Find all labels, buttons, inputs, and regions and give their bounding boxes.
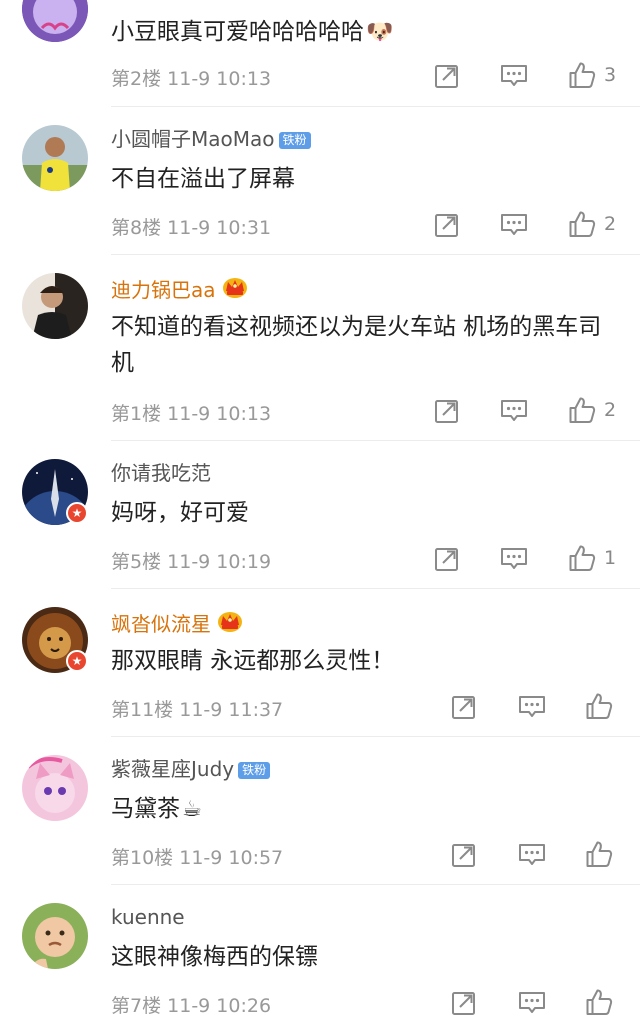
- comment-meta: 第5楼 11-9 10:19: [111, 547, 271, 574]
- share-button[interactable]: [434, 212, 460, 238]
- comment-meta: 第2楼 11-9 10:13: [111, 64, 271, 91]
- like-button[interactable]: 1: [568, 544, 616, 572]
- user-avatar[interactable]: [22, 903, 88, 969]
- share-button[interactable]: [451, 842, 477, 868]
- user-avatar[interactable]: [22, 125, 88, 191]
- comment-meta: 第1楼 11-9 10:13: [111, 399, 271, 426]
- divider: [111, 254, 640, 255]
- comment-reply-icon: [500, 398, 528, 424]
- thumbs-up-icon: [568, 396, 596, 424]
- thumbs-up-icon: [568, 61, 596, 89]
- username[interactable]: 迪力锅巴aa: [111, 275, 248, 302]
- reply-button[interactable]: [500, 546, 528, 572]
- reply-button[interactable]: [500, 63, 528, 89]
- divider: [111, 106, 640, 107]
- share-button[interactable]: [451, 990, 477, 1016]
- share-icon: [434, 63, 460, 89]
- comment-reply-icon: [500, 63, 528, 89]
- floor-number: 第10楼: [111, 847, 174, 869]
- floor-number: 第8楼: [111, 217, 162, 239]
- user-avatar[interactable]: [22, 273, 88, 339]
- share-icon: [434, 546, 460, 572]
- thumbs-up-icon: [585, 692, 613, 720]
- comment-text: 小豆眼真可爱哈哈哈哈哈🐶: [111, 19, 394, 45]
- floor-number: 第2楼: [111, 68, 162, 90]
- divider: [111, 588, 640, 589]
- reply-button[interactable]: [500, 212, 528, 238]
- comment-time: 11-9 10:31: [167, 217, 272, 239]
- comment-reply-icon: [518, 990, 546, 1016]
- doge-emoji-icon: 🐶: [366, 20, 394, 45]
- floor-number: 第7楼: [111, 995, 162, 1017]
- comment-reply-icon: [500, 546, 528, 572]
- share-button[interactable]: [434, 546, 460, 572]
- user-avatar[interactable]: [22, 755, 88, 821]
- comment-meta: 第11楼 11-9 11:37: [111, 695, 283, 722]
- comment-time: 11-9 11:37: [179, 699, 284, 721]
- floor-number: 第11楼: [111, 699, 174, 721]
- username[interactable]: 紫薇星座Judy 铁粉: [111, 757, 271, 781]
- username[interactable]: 飒沓似流星: [111, 609, 243, 636]
- reply-button[interactable]: [518, 694, 546, 720]
- share-icon: [451, 842, 477, 868]
- comment-text: 妈呀，好可爱: [111, 500, 249, 526]
- thumbs-up-icon: [568, 544, 596, 572]
- like-button[interactable]: 2: [568, 396, 616, 424]
- like-count: 2: [604, 213, 617, 235]
- floor-number: 第5楼: [111, 551, 162, 573]
- comment-meta: 第10楼 11-9 10:57: [111, 843, 283, 870]
- comment-time: 11-9 10:13: [167, 68, 272, 90]
- like-button[interactable]: [585, 988, 613, 1016]
- like-button[interactable]: [585, 840, 613, 868]
- like-button[interactable]: 2: [568, 210, 616, 238]
- reply-button[interactable]: [518, 990, 546, 1016]
- vip-crown-icon: [222, 275, 248, 299]
- comment-text: 不自在溢出了屏幕: [111, 166, 295, 192]
- share-button[interactable]: [451, 694, 477, 720]
- like-count: 3: [604, 64, 617, 86]
- comment-text: 马黛茶☕: [111, 796, 202, 822]
- comment-time: 11-9 10:57: [179, 847, 284, 869]
- vip-crown-icon: [217, 609, 243, 633]
- share-icon: [434, 212, 460, 238]
- share-icon: [434, 398, 460, 424]
- coffee-emoji-icon: ☕: [182, 797, 202, 822]
- thumbs-up-icon: [585, 840, 613, 868]
- comment-reply-icon: [518, 842, 546, 868]
- reply-button[interactable]: [518, 842, 546, 868]
- share-button[interactable]: [434, 63, 460, 89]
- like-count: 1: [604, 547, 617, 569]
- username[interactable]: 小圆帽子MaoMao 铁粉: [111, 127, 311, 151]
- comment-reply-icon: [500, 212, 528, 238]
- verified-star-icon: ★: [66, 502, 88, 524]
- comment-reply-icon: [518, 694, 546, 720]
- username[interactable]: 你请我吃范: [111, 461, 211, 485]
- fan-badge: 铁粉: [278, 132, 311, 149]
- comment-meta: 第8楼 11-9 10:31: [111, 213, 271, 240]
- user-avatar[interactable]: [22, 0, 88, 42]
- floor-number: 第1楼: [111, 403, 162, 425]
- comment-time: 11-9 10:19: [167, 551, 272, 573]
- fan-badge: 铁粉: [238, 762, 271, 779]
- like-button[interactable]: [585, 692, 613, 720]
- reply-button[interactable]: [500, 398, 528, 424]
- comment-text: 不知道的看这视频还以为是火车站 机场的黑车司机: [111, 314, 602, 376]
- share-button[interactable]: [434, 398, 460, 424]
- divider: [111, 440, 640, 441]
- verified-star-icon: ★: [66, 650, 88, 672]
- share-icon: [451, 694, 477, 720]
- share-icon: [451, 990, 477, 1016]
- divider: [111, 884, 640, 885]
- comment-time: 11-9 10:26: [167, 995, 272, 1017]
- comment-text: 那双眼睛 永远都那么灵性！: [111, 648, 395, 674]
- comment-text: 这眼神像梅西的保镖: [111, 944, 318, 970]
- divider: [111, 736, 640, 737]
- username[interactable]: kuenne: [111, 905, 185, 929]
- comment-meta: 第7楼 11-9 10:26: [111, 991, 271, 1018]
- thumbs-up-icon: [568, 210, 596, 238]
- like-button[interactable]: 3: [568, 61, 616, 89]
- thumbs-up-icon: [585, 988, 613, 1016]
- like-count: 2: [604, 399, 617, 421]
- comment-time: 11-9 10:13: [167, 403, 272, 425]
